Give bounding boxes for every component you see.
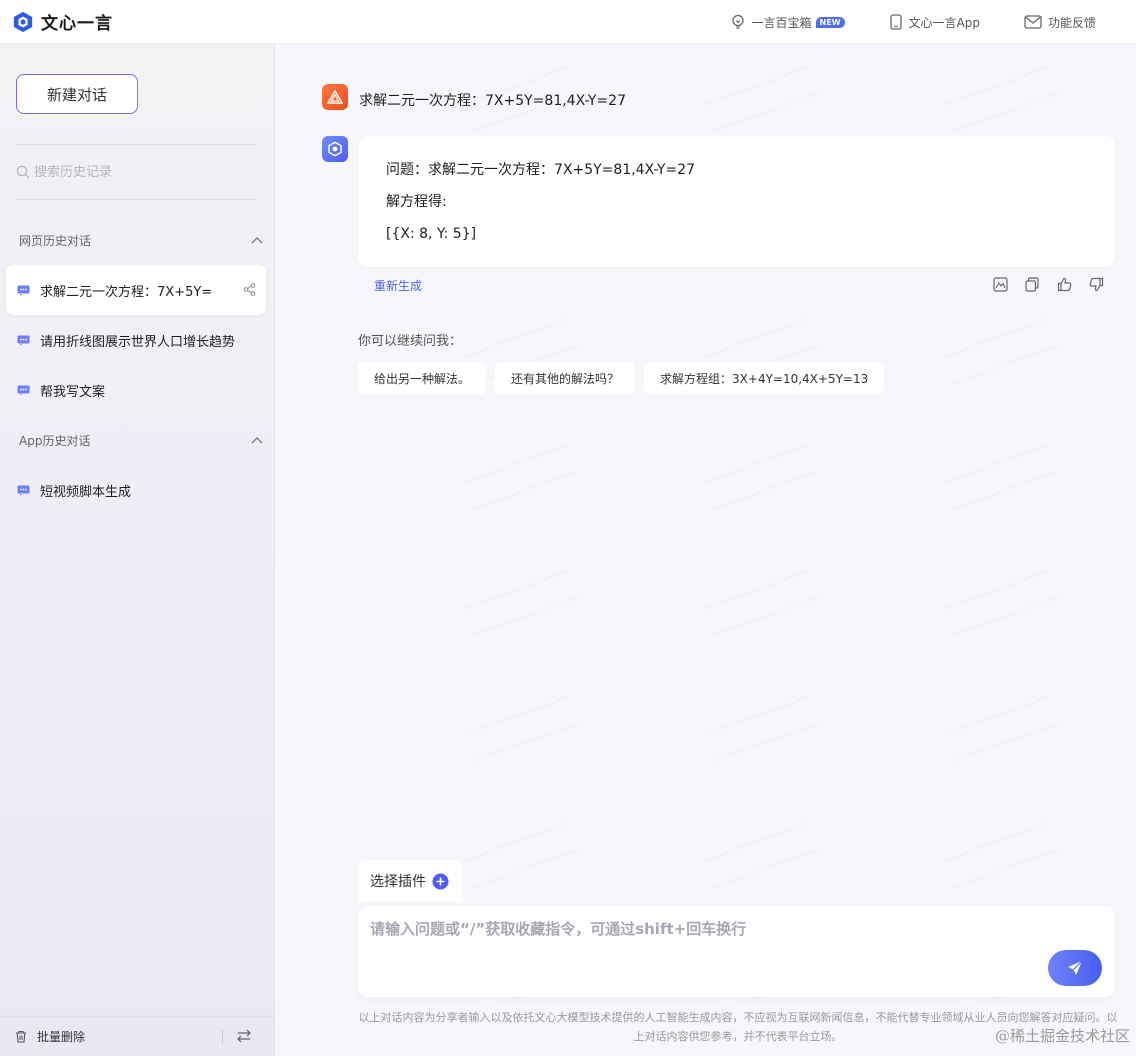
batch-delete-button[interactable]: 批量删除 [15,1028,85,1045]
user-message: 求解二元一次方程：7X+5Y=81,4X-Y=27 [359,93,626,109]
user-avatar [322,84,348,110]
watermark-tile [704,696,818,762]
message-toolbar [984,274,1112,294]
history-item[interactable]: 帮我写文案 [6,365,266,415]
phone-icon [889,14,902,30]
image-tool-button[interactable] [984,274,1016,294]
toolbox-label: 一言百宝箱 [751,15,812,30]
watermark-tile [704,444,818,510]
bot-response-line: 解方程得: [386,194,447,210]
history-item[interactable]: 求解二元一次方程：7X+5Y= [6,265,266,315]
share-icon[interactable] [243,283,256,296]
top-bar: 文心一言 一言百宝箱 NEW 文心一言App 功能反馈 [0,0,1136,44]
history-item-label: 请用折线图展示世界人口增长趋势 [40,334,236,350]
sidebar-divider [16,144,256,145]
watermark-tile [944,696,1058,762]
watermark-tile [704,822,818,888]
history-search [16,158,256,186]
top-actions: 一言百宝箱 NEW 文心一言App 功能反馈 [686,0,1096,44]
chevron-up-icon [251,437,263,444]
like-button[interactable] [1048,274,1080,294]
copy-icon [1025,276,1039,292]
bot-avatar [322,136,348,162]
regenerate-button[interactable]: 重新生成 [374,277,422,294]
chat-bubble-icon [17,285,30,295]
bot-response-line: [{X: 8, Y: 5}] [386,226,477,242]
select-plugin-label: 选择插件 [370,874,426,890]
mail-icon [1024,15,1042,29]
group-header-app[interactable]: App历史对话 [19,430,263,450]
bot-avatar-icon [328,141,342,157]
bot-response-line: 问题：求解二元一次方程：7X+5Y=81,4X-Y=27 [386,162,695,178]
suggestion-list: 给出另一种解法。 还有其他的解法吗？ 求解方程组：3X+4Y=10,4X+5Y=… [358,362,893,394]
suggestion-chip[interactable]: 求解方程组：3X+4Y=10,4X+5Y=13 [644,362,885,394]
send-button[interactable] [1048,950,1102,986]
group-title-web: 网页历史对话 [19,233,92,248]
history-search-input[interactable] [34,164,234,180]
site-watermark: @稀土掘金技术社区 [994,1027,1130,1045]
user-avatar-icon [327,90,343,104]
feedback-label: 功能反馈 [1047,15,1096,30]
watermark-tile [464,822,578,888]
watermark-tile [944,66,1058,132]
history-item[interactable]: 短视频脚本生成 [6,465,266,515]
watermark-tile [464,444,578,510]
brand-name: 文心一言 [41,14,113,34]
chevron-up-icon [251,237,263,244]
trash-icon [16,1030,26,1043]
sidebar-divider [16,199,256,200]
sidebar: 新建对话 网页历史对话 求解二元一次方程：7X+5Y= [0,44,275,1056]
feedback-link[interactable]: 功能反馈 [1024,14,1096,31]
new-chat-button[interactable]: 新建对话 [16,74,138,114]
thumbs-down-icon [1089,277,1103,291]
watermark-tile [464,570,578,636]
bot-response-card: 问题：求解二元一次方程：7X+5Y=81,4X-Y=27 解方程得: [{X: … [358,136,1115,267]
copy-button[interactable] [1016,274,1048,294]
watermark-tile [704,570,818,636]
brand-logo-icon [13,11,33,32]
history-item[interactable]: 请用折线图展示世界人口增长趋势 [6,315,266,365]
composer [358,906,1115,997]
watermark-tile [944,318,1058,384]
chat-bubble-icon [17,485,30,495]
suggest-title: 你可以继续问我： [358,334,463,349]
watermark-tile [944,570,1058,636]
history-item-label: 短视频脚本生成 [40,484,132,500]
watermark-tile [944,822,1058,888]
batch-delete-label: 批量删除 [37,1030,86,1044]
watermark-tile [944,444,1058,510]
chat-bubble-icon [17,335,30,345]
select-plugin-button[interactable]: 选择插件 [358,860,463,902]
message-input[interactable] [370,918,1030,978]
app-download-link[interactable]: 文心一言App [889,14,980,31]
chat-main: 求解二元一次方程：7X+5Y=81,4X-Y=27 问题：求解二元一次方程：7X… [276,44,1136,1056]
watermark-tile [704,66,818,132]
lightbulb-icon [731,14,744,29]
search-icon [16,165,30,179]
history-item-label: 求解二元一次方程：7X+5Y= [40,284,213,300]
plus-circle-icon [432,873,449,889]
watermark-tile [464,696,578,762]
swap-icon[interactable] [236,1029,252,1043]
footer-separator [222,1030,223,1044]
send-icon [1068,960,1083,975]
group-title-app: App历史对话 [19,433,91,448]
group-header-web[interactable]: 网页历史对话 [19,230,263,250]
image-icon [992,276,1008,292]
app-download-label: 文心一言App [908,15,980,30]
toolbox-link[interactable]: 一言百宝箱 NEW [730,14,845,31]
suggestion-chip[interactable]: 给出另一种解法。 [358,362,487,394]
history-item-label: 帮我写文案 [40,384,106,400]
dislike-button[interactable] [1080,274,1112,294]
sidebar-footer: 批量删除 [0,1016,275,1056]
suggestion-chip[interactable]: 还有其他的解法吗？ [495,362,636,394]
thumbs-up-icon [1057,277,1071,291]
brand[interactable]: 文心一言 [12,9,113,34]
chat-bubble-icon [17,385,30,395]
new-badge: NEW [815,16,845,28]
